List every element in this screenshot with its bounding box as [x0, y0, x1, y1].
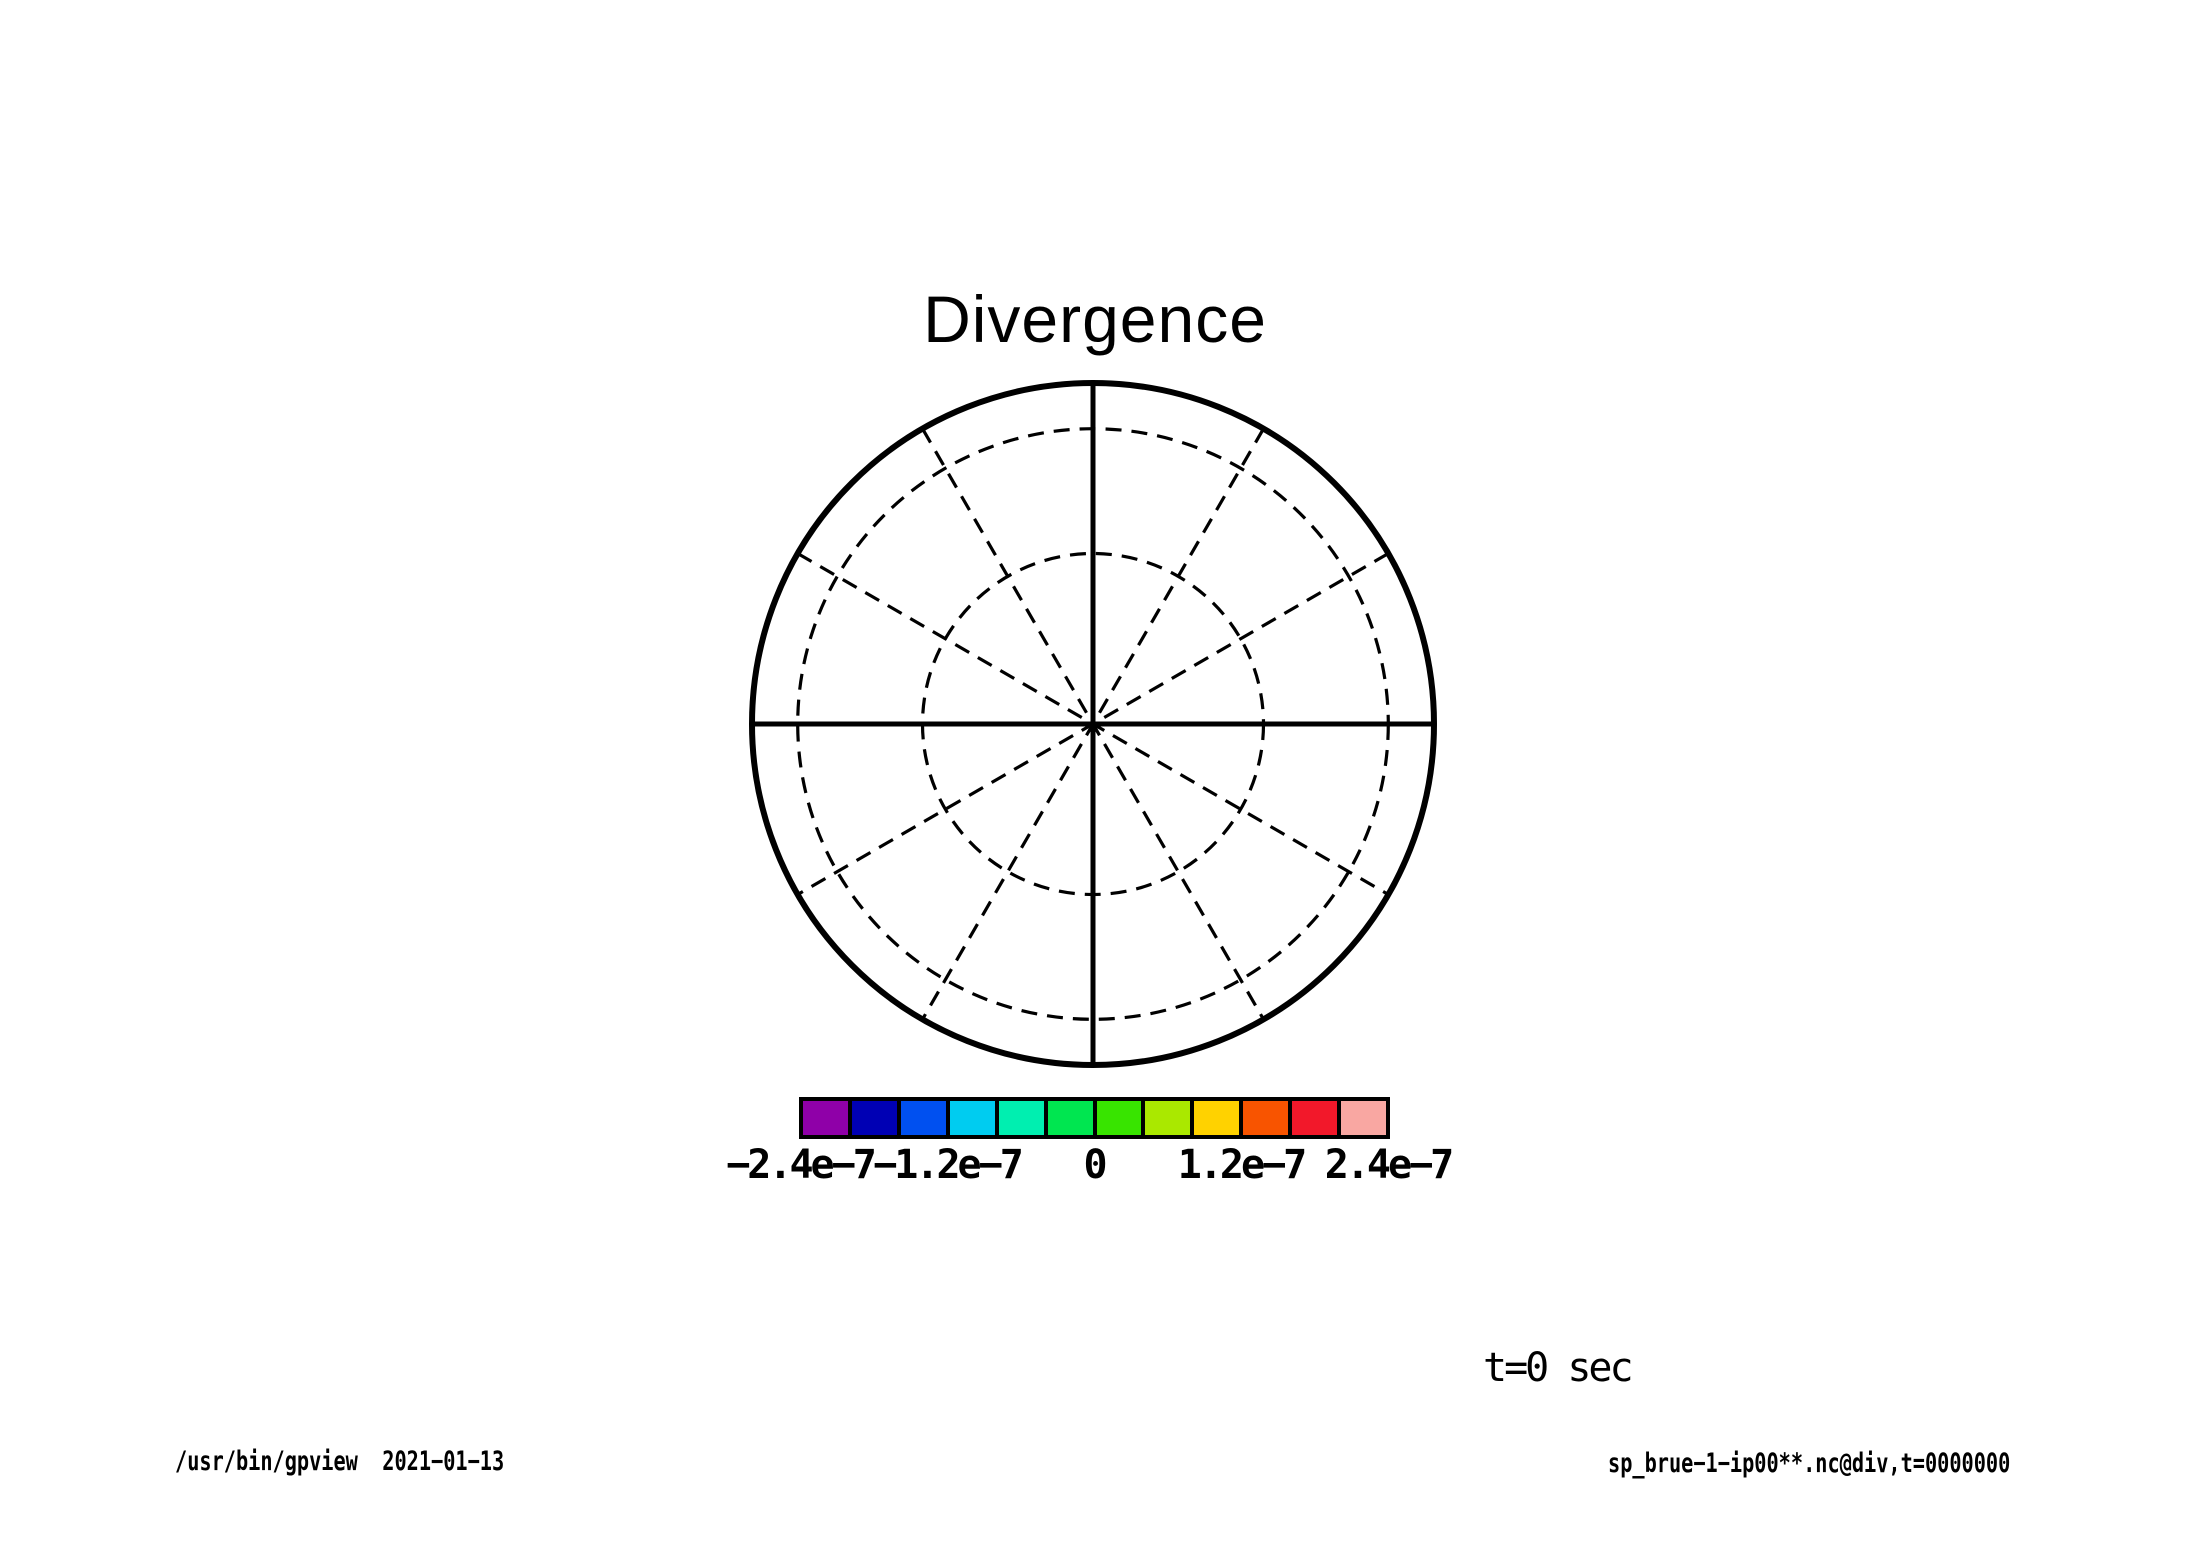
polar-plot	[746, 377, 1440, 1071]
colorbar-tick-label: −1.2e−7	[873, 1145, 1021, 1185]
colorbar-cell-2	[848, 1101, 897, 1135]
colorbar-cell-4	[946, 1101, 995, 1135]
colorbar-cell-8	[1141, 1101, 1190, 1135]
footer-dataset: sp_brue−1−ip00**.nc@div,t=0000000	[1608, 1450, 2010, 1477]
colorbar-cell-6	[1044, 1101, 1093, 1135]
gpview-canvas: Divergence −2.4e−7 −1.2e−7 0 1.2e−7 2.4e…	[0, 0, 2188, 1546]
colorbar-cell-3	[897, 1101, 946, 1135]
colorbar-tick-label: −2.4e−7	[726, 1145, 874, 1185]
colorbar-cell-9	[1190, 1101, 1239, 1135]
colorbar-tick-label: 2.4e−7	[1325, 1145, 1452, 1185]
footer-command: /usr/bin/gpview 2021−01−13	[175, 1448, 504, 1475]
colorbar-cell-1	[803, 1101, 848, 1135]
colorbar-cell-10	[1239, 1101, 1288, 1135]
colorbar-cell-12	[1337, 1101, 1386, 1135]
colorbar-tick-label: 1.2e−7	[1178, 1145, 1305, 1185]
colorbar-cell-7	[1093, 1101, 1142, 1135]
time-label: t=0 sec	[1483, 1348, 1631, 1388]
colorbar-cell-5	[995, 1101, 1044, 1135]
colorbar-tick-label: 0	[1083, 1145, 1104, 1185]
plot-title: Divergence	[923, 286, 1267, 352]
colorbar-cell-11	[1288, 1101, 1337, 1135]
colorbar	[799, 1097, 1390, 1139]
